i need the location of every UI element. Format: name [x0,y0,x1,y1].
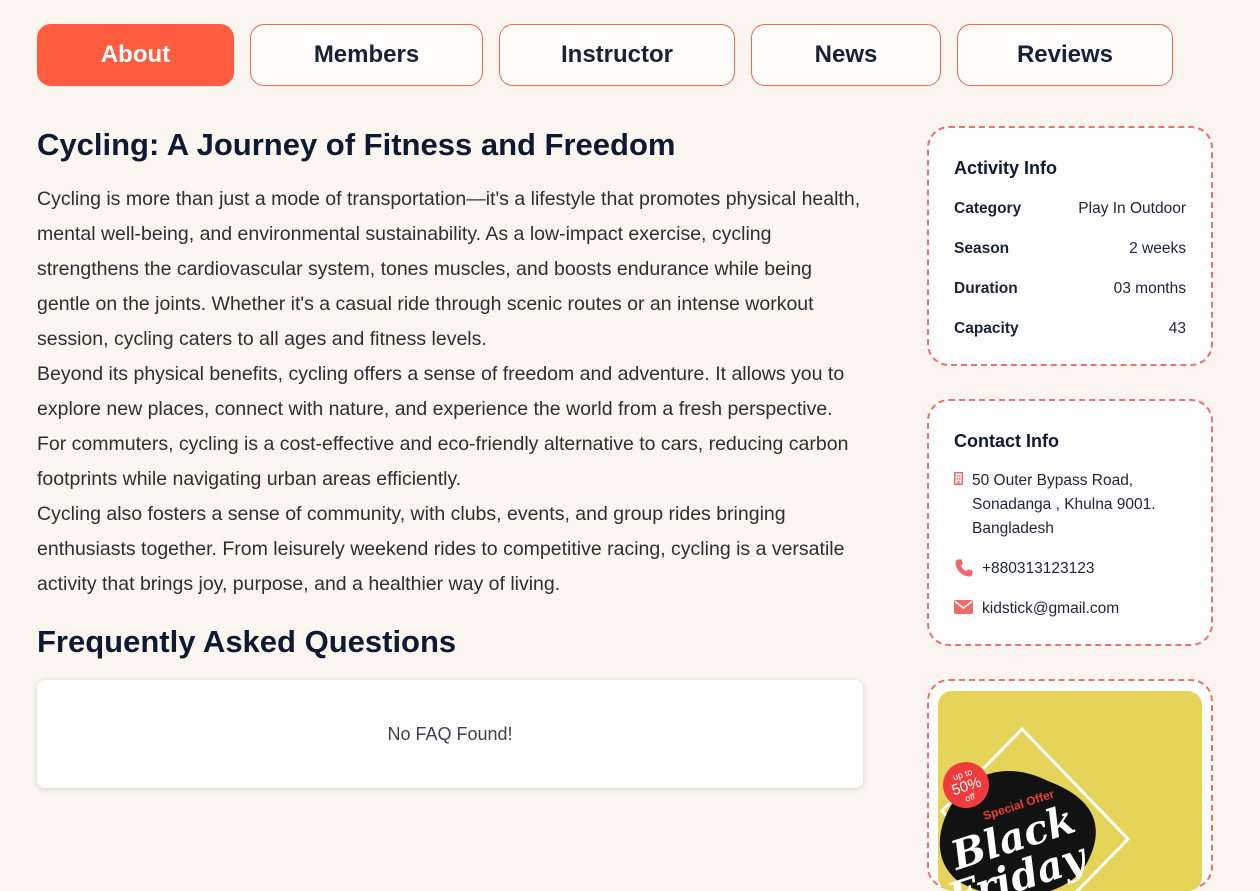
building-icon [954,469,972,541]
contact-phone-row: +880313123123 [954,557,1191,581]
faq-empty-box: No FAQ Found! [37,680,863,788]
activity-info-title: Activity Info [954,158,1058,178]
contact-email-row: kidstick@gmail.com [954,597,1191,621]
contact-email[interactable]: kidstick@gmail.com [982,597,1119,621]
info-row-category: Category Play In Outdoor [954,200,1186,218]
article-paragraph: Cycling also fosters a sense of communit… [37,503,845,595]
info-value: 03 months [1113,280,1186,297]
faq-empty-text: No FAQ Found! [387,723,513,744]
info-key: Duration [954,280,1018,297]
contact-phone[interactable]: +880313123123 [982,557,1095,581]
tab-members[interactable]: Members [250,24,483,86]
promo-card: up to 50% off Special Offer Black Friday [927,679,1213,891]
info-key: Capacity [954,320,1019,337]
info-key: Category [954,200,1022,217]
tab-bar: About Members Instructor News Reviews [37,24,1173,86]
info-row-capacity: Capacity 43 [954,320,1186,338]
info-row-duration: Duration 03 months [954,280,1186,298]
article-paragraph: Beyond its physical benefits, cycling of… [37,363,849,490]
faq-heading: Frequently Asked Questions [37,624,457,659]
banner-artwork: up to 50% off Special Offer Black Friday [939,726,1131,891]
phone-icon [954,557,982,581]
info-value: 43 [1168,320,1186,337]
tab-about[interactable]: About [37,24,234,86]
article-title: Cycling: A Journey of Fitness and Freedo… [37,127,676,162]
article-paragraph: Cycling is more than just a mode of tran… [37,188,861,350]
black-friday-banner[interactable]: up to 50% off Special Offer Black Friday [938,691,1202,891]
info-row-season: Season 2 weeks [954,240,1186,258]
tab-news[interactable]: News [751,24,941,86]
tab-reviews[interactable]: Reviews [957,24,1173,86]
activity-info-card: Activity Info Category Play In Outdoor S… [927,126,1213,366]
envelope-icon [954,597,982,621]
main-content: Cycling: A Journey of Fitness and Freedo… [37,126,863,788]
info-value: Play In Outdoor [1078,200,1186,217]
article-body: Cycling is more than just a mode of tran… [37,182,863,602]
contact-address: 50 Outer Bypass Road, Sonadanga , Khulna… [972,472,1156,537]
tab-instructor[interactable]: Instructor [499,24,735,86]
info-value: 2 weeks [1129,240,1186,257]
contact-info-card: Contact Info 50 Outer Bypass Road, Sonad… [927,399,1213,646]
contact-info-title: Contact Info [954,431,1059,451]
contact-address-row: 50 Outer Bypass Road, Sonadanga , Khulna… [954,469,1191,541]
info-key: Season [954,240,1010,257]
